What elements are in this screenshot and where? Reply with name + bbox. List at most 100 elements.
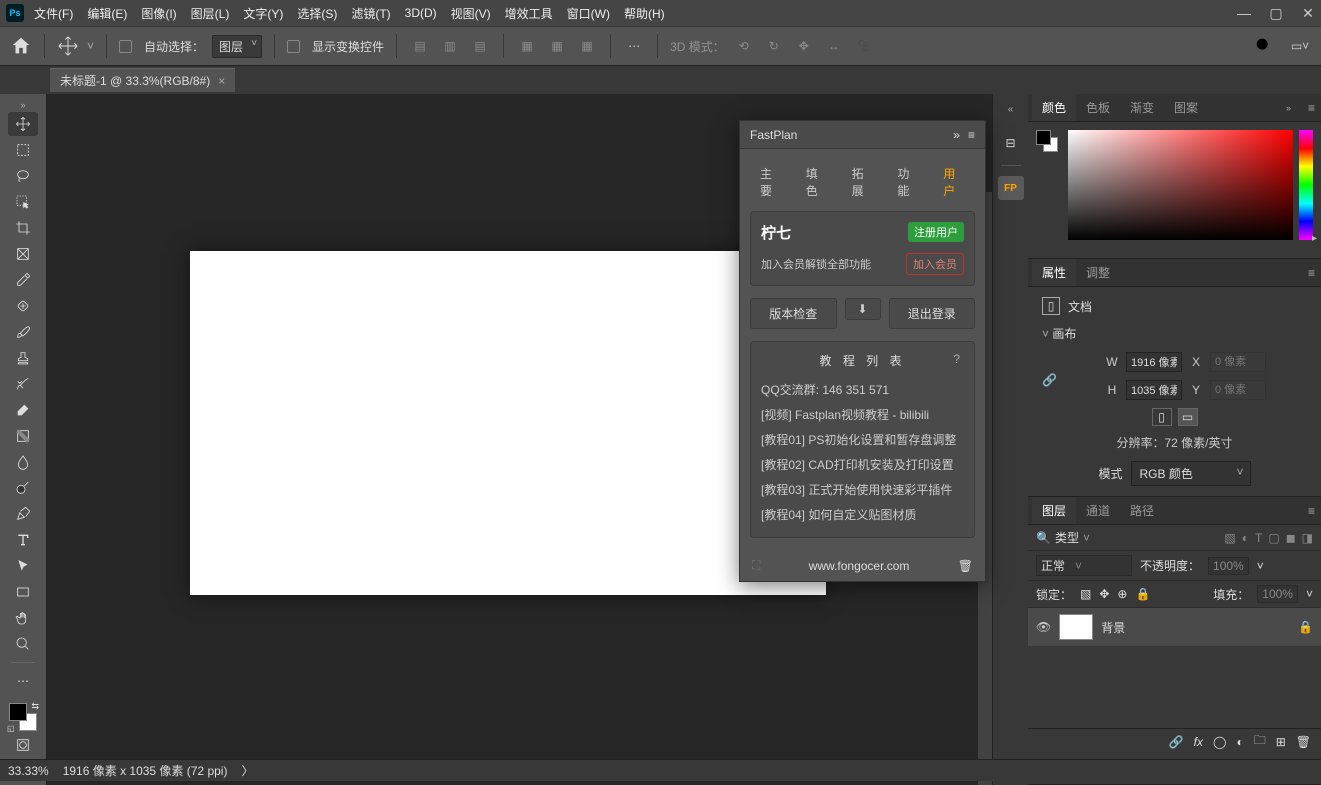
link-dimensions-icon[interactable]: 🔗: [1042, 373, 1057, 387]
tutorial-link[interactable]: [教程03] 正式开始使用快速彩平插件: [761, 477, 964, 502]
fastplan-menu-icon[interactable]: ≡: [968, 128, 975, 142]
adjustment-layer-icon[interactable]: ◐: [1236, 735, 1243, 749]
tab-paths[interactable]: 路径: [1120, 497, 1164, 524]
fastplan-url[interactable]: www.fongocer.com: [760, 559, 957, 573]
default-colors-icon[interactable]: ◱: [7, 724, 15, 733]
link-layers-icon[interactable]: 🔗: [1169, 735, 1184, 749]
lasso-tool[interactable]: [8, 164, 38, 188]
fastplan-download-button[interactable]: ⬇: [845, 298, 881, 320]
quickmask-tool[interactable]: [8, 733, 38, 757]
healing-tool[interactable]: [8, 294, 38, 318]
dock-slider-icon[interactable]: ⊟: [998, 131, 1024, 155]
object-select-tool[interactable]: [8, 190, 38, 214]
doc-dimensions-readout[interactable]: 1916 像素 x 1035 像素 (72 ppi): [63, 762, 228, 779]
orientation-landscape[interactable]: ▭: [1178, 408, 1198, 426]
panel-menu-icon[interactable]: ≡: [1308, 266, 1315, 280]
path-select-tool[interactable]: [8, 554, 38, 578]
color-swatch[interactable]: ⇆ ◱: [9, 703, 37, 731]
fastplan-logout-button[interactable]: 退出登录: [889, 298, 976, 329]
tab-swatches[interactable]: 色板: [1076, 94, 1120, 121]
fastplan-vip-button[interactable]: 加入会员: [906, 253, 964, 275]
type-tool[interactable]: [8, 528, 38, 552]
menu-filter[interactable]: 滤镜(T): [351, 5, 390, 22]
color-panel-swatch[interactable]: [1036, 130, 1058, 152]
align-top-icon[interactable]: ▦: [516, 35, 538, 57]
auto-select-target[interactable]: 图层: [212, 35, 262, 58]
tutorial-link[interactable]: QQ交流群: 146 351 571: [761, 377, 964, 402]
layer-mask-icon[interactable]: ◯: [1213, 735, 1226, 749]
blend-mode-select[interactable]: 正常 ˅: [1036, 555, 1132, 576]
tutorial-link[interactable]: [教程04] 如何自定义贴图材质: [761, 502, 964, 527]
home-icon[interactable]: [10, 35, 32, 57]
tab-adjustments[interactable]: 调整: [1076, 259, 1120, 286]
zoom-readout[interactable]: 33.33%: [8, 764, 49, 778]
layer-fx-icon[interactable]: fx: [1194, 735, 1203, 749]
workspace-icon[interactable]: ▭˅: [1289, 35, 1311, 57]
menu-plugins[interactable]: 增效工具: [505, 5, 553, 22]
align-left-icon[interactable]: ▤: [409, 35, 431, 57]
menu-file[interactable]: 文件(F): [34, 5, 73, 22]
tutorial-link[interactable]: [教程01] PS初始化设置和暂存盘调整: [761, 427, 964, 452]
filter-type-icon[interactable]: T: [1255, 531, 1262, 545]
frame-tool[interactable]: [8, 242, 38, 266]
color-mode-select[interactable]: RGB 颜色: [1131, 461, 1251, 486]
align-middle-v-icon[interactable]: ▦: [546, 35, 568, 57]
pen-tool[interactable]: [8, 502, 38, 526]
auto-select-checkbox[interactable]: [119, 40, 132, 53]
fp-tab-fill[interactable]: 填色: [796, 161, 838, 203]
menu-image[interactable]: 图像(I): [141, 5, 176, 22]
window-close-icon[interactable]: ✕: [1301, 6, 1315, 20]
fastplan-dock-button[interactable]: FP: [998, 176, 1024, 200]
filter-toggle-icon[interactable]: ◨: [1302, 531, 1313, 545]
show-transform-checkbox[interactable]: [287, 40, 300, 53]
canvas-section-header[interactable]: 画布: [1042, 325, 1307, 342]
width-input[interactable]: [1126, 352, 1182, 372]
tab-patterns[interactable]: 图案: [1164, 94, 1208, 121]
align-bottom-icon[interactable]: ▦: [576, 35, 598, 57]
group-icon[interactable]: 🗀: [1254, 731, 1266, 752]
window-maximize-icon[interactable]: ▢: [1269, 6, 1283, 20]
blur-tool[interactable]: [8, 450, 38, 474]
height-input[interactable]: [1126, 380, 1182, 400]
crop-tool[interactable]: [8, 216, 38, 240]
document-tab[interactable]: 未标题-1 @ 33.3%(RGB/8#) ×: [50, 68, 235, 92]
layer-name[interactable]: 背景: [1101, 619, 1125, 636]
history-brush-tool[interactable]: [8, 372, 38, 396]
lock-icon[interactable]: 🔒: [1298, 620, 1313, 634]
fp-tab-function[interactable]: 功能: [887, 161, 929, 203]
menu-help[interactable]: 帮助(H): [624, 5, 665, 22]
fastplan-version-check-button[interactable]: 版本检查: [750, 298, 837, 329]
tab-color[interactable]: 颜色: [1032, 94, 1076, 121]
window-minimize-icon[interactable]: —: [1237, 6, 1251, 20]
filter-pixel-icon[interactable]: ▧: [1224, 531, 1235, 545]
edit-toolbar-icon[interactable]: ⋯: [8, 669, 38, 693]
close-tab-icon[interactable]: ×: [218, 74, 225, 88]
lock-position-icon[interactable]: ✥: [1099, 587, 1109, 601]
fp-tab-extend[interactable]: 拓展: [842, 161, 884, 203]
menu-view[interactable]: 视图(V): [451, 5, 491, 22]
tab-layers[interactable]: 图层: [1032, 497, 1076, 524]
delete-layer-icon[interactable]: 🗑: [1296, 735, 1311, 749]
align-center-h-icon[interactable]: ▥: [439, 35, 461, 57]
layer-filter-type[interactable]: 🔍 类型 ˅: [1036, 529, 1218, 546]
zoom-tool[interactable]: [8, 632, 38, 656]
filter-shape-icon[interactable]: ▢: [1268, 531, 1279, 545]
layer-thumbnail[interactable]: [1059, 614, 1093, 640]
dodge-tool[interactable]: [8, 476, 38, 500]
move-tool[interactable]: [8, 112, 38, 136]
tab-properties[interactable]: 属性: [1032, 259, 1076, 286]
fastplan-collapse-icon[interactable]: »: [953, 128, 960, 142]
swap-colors-icon[interactable]: ⇆: [31, 701, 39, 712]
orientation-portrait[interactable]: ▯: [1152, 408, 1172, 426]
lock-pixels-icon[interactable]: ▧: [1080, 587, 1091, 601]
tools-expand-icon[interactable]: »: [0, 100, 46, 110]
move-tool-icon[interactable]: [57, 35, 79, 57]
menu-type[interactable]: 文字(Y): [243, 5, 283, 22]
fp-tab-main[interactable]: 主要: [750, 161, 792, 203]
opacity-input[interactable]: 100%: [1208, 557, 1249, 575]
document-canvas[interactable]: [190, 251, 826, 595]
new-layer-icon[interactable]: ⊞: [1276, 735, 1286, 749]
hue-slider[interactable]: [1299, 130, 1313, 240]
fp-tab-user[interactable]: 用户: [933, 161, 975, 203]
foreground-color[interactable]: [9, 703, 27, 721]
